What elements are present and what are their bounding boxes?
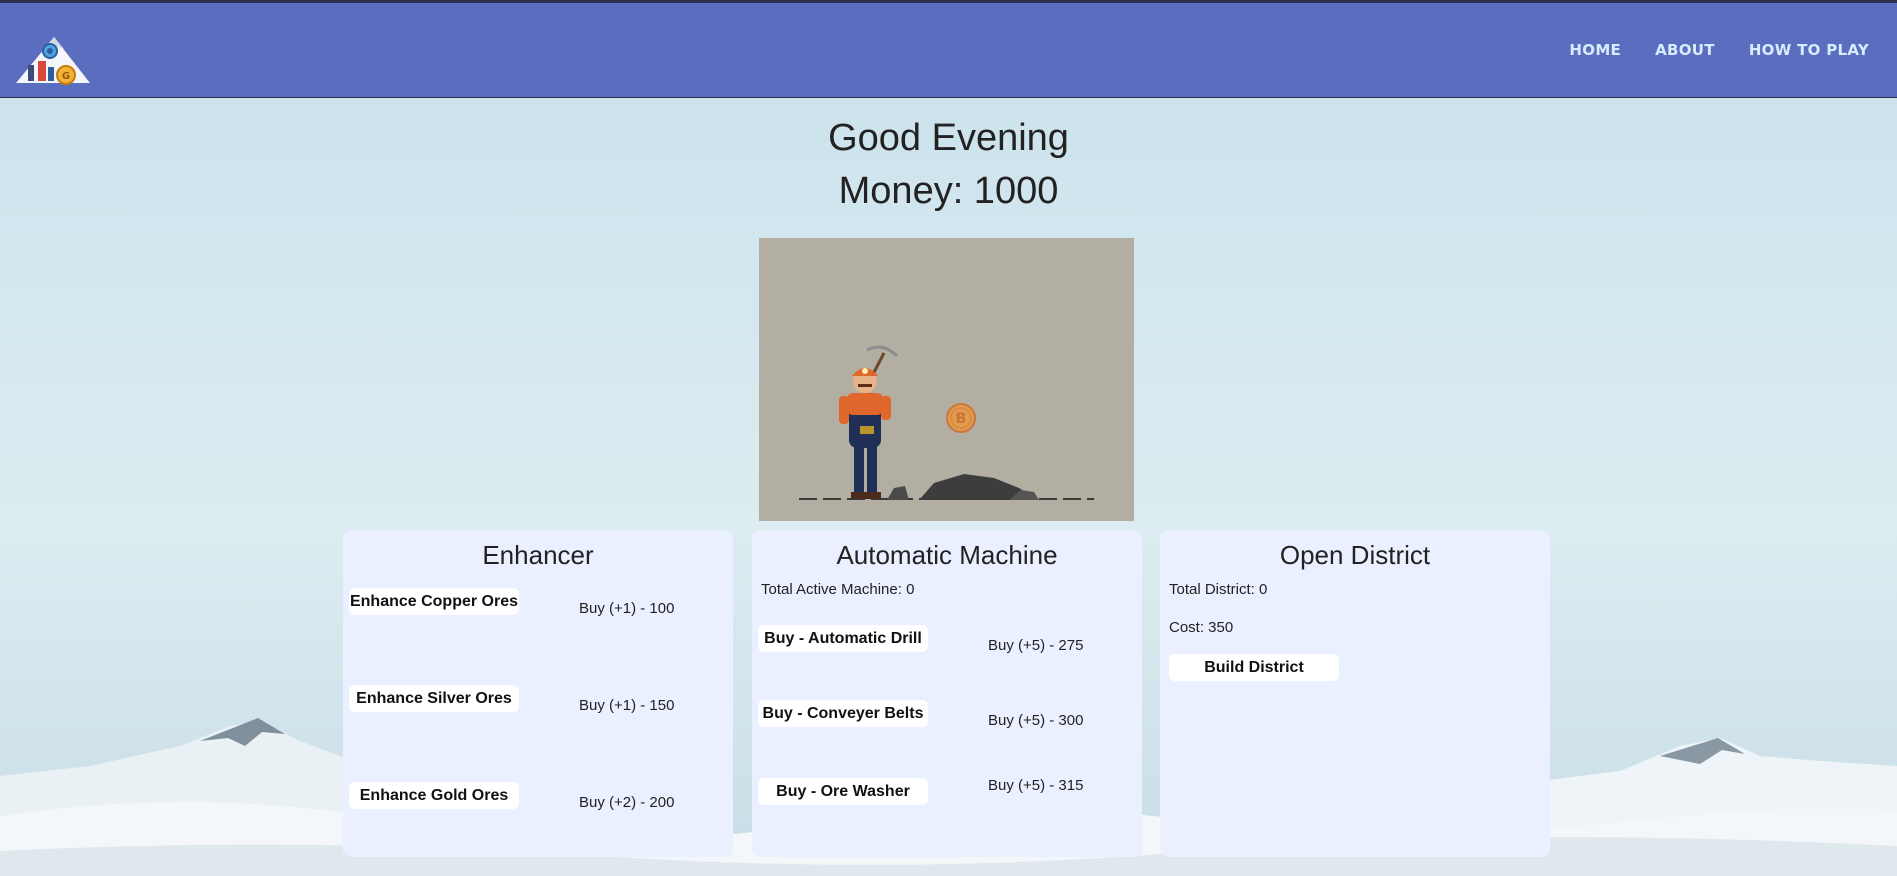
enhancer-card: Enhancer Enhance Copper Ores Buy (+1) - …	[343, 530, 733, 857]
automatic-machine-card: Automatic Machine Total Active Machine: …	[752, 530, 1142, 857]
enhancer-title: Enhancer	[482, 540, 594, 570]
total-district-label: Total District: 0	[1169, 581, 1268, 598]
district-title: Open District	[1279, 540, 1431, 570]
enhance-silver-button[interactable]: Enhance Silver Ores	[349, 685, 519, 712]
top-navbar: G HOME ABOUT HOW TO PLAY	[0, 0, 1897, 98]
enhance-copper-button[interactable]: Enhance Copper Ores	[349, 588, 519, 615]
ore-washer-price: Buy (+5) - 315	[988, 777, 1084, 794]
buy-automatic-drill-button[interactable]: Buy - Automatic Drill	[758, 625, 928, 652]
automatic-drill-price: Buy (+5) - 275	[988, 637, 1084, 654]
miner-pickaxe-icon: B	[799, 345, 1094, 500]
total-active-machine-label: Total Active Machine: 0	[761, 581, 915, 598]
conveyer-belts-price: Buy (+5) - 300	[988, 712, 1084, 729]
machine-title: Automatic Machine	[836, 540, 1058, 570]
miner-click-area[interactable]: B	[759, 238, 1134, 521]
svg-text:G: G	[62, 71, 70, 82]
greeting-heading: Good Evening	[828, 117, 1069, 159]
open-district-card: Open District Total District: 0 Cost: 35…	[1160, 530, 1550, 857]
enhance-copper-price: Buy (+1) - 100	[579, 600, 675, 617]
nav-about-link[interactable]: ABOUT	[1655, 41, 1715, 59]
enhance-silver-price: Buy (+1) - 150	[579, 697, 675, 714]
money-counter: Money: 1000	[838, 170, 1059, 212]
nav-links: HOME ABOUT HOW TO PLAY	[1569, 41, 1869, 59]
miner-coin-logo-icon[interactable]: G	[14, 31, 92, 87]
build-district-button[interactable]: Build District	[1169, 654, 1339, 681]
svg-text:B: B	[956, 411, 967, 427]
enhance-gold-button[interactable]: Enhance Gold Ores	[349, 782, 519, 809]
buy-ore-washer-button[interactable]: Buy - Ore Washer	[758, 778, 928, 805]
enhance-gold-price: Buy (+2) - 200	[579, 794, 675, 811]
nav-home-link[interactable]: HOME	[1569, 41, 1621, 59]
nav-how-to-play-link[interactable]: HOW TO PLAY	[1749, 41, 1869, 59]
buy-conveyer-belts-button[interactable]: Buy - Conveyer Belts	[758, 700, 928, 727]
district-cost-label: Cost: 350	[1169, 619, 1234, 636]
bitcoin-coin-icon: B	[946, 403, 976, 433]
